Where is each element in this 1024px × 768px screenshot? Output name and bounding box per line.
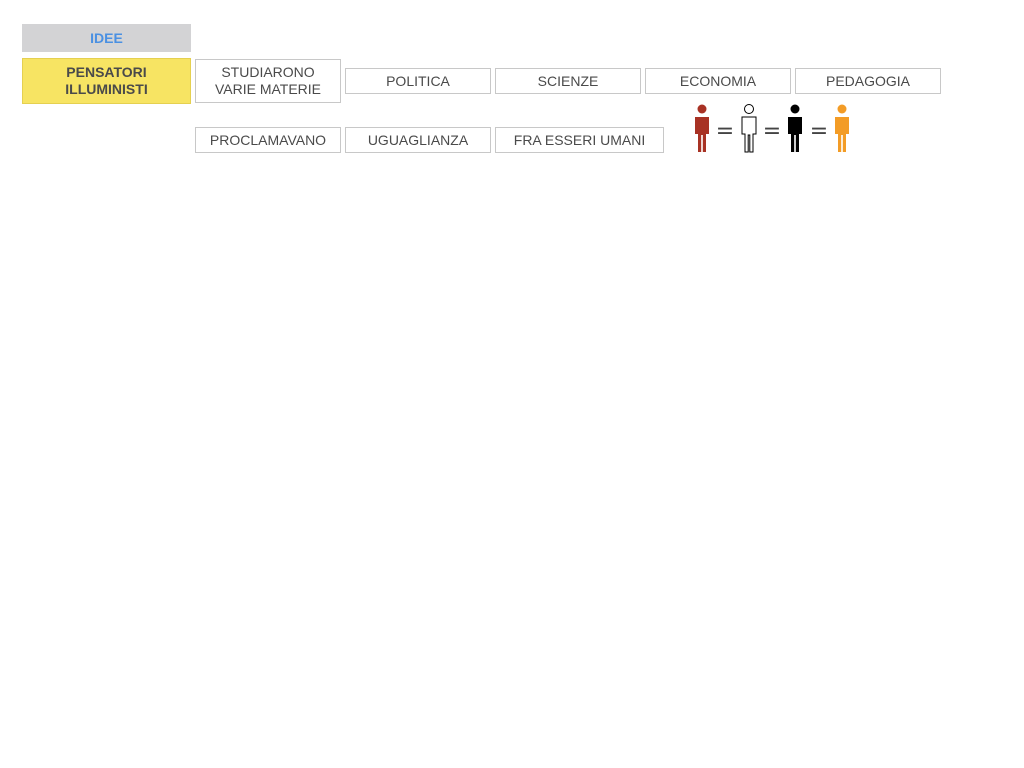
title-label: IDEE <box>90 29 123 46</box>
equality-box: UGUAGLIANZA <box>345 127 491 153</box>
equals-sign: = <box>763 119 781 144</box>
main-concept-box: PENSATORI ILLUMINISTI <box>22 58 191 104</box>
title-box: IDEE <box>22 24 191 52</box>
person-icon <box>741 104 757 153</box>
subject-box-pedagogia: PEDAGOGIA <box>795 68 941 94</box>
person-icon <box>788 104 802 152</box>
subject-box-economia: ECONOMIA <box>645 68 791 94</box>
equality-label: UGUAGLIANZA <box>367 131 469 148</box>
person-icon <box>695 104 709 152</box>
subject-box-scienze: SCIENZE <box>495 68 641 94</box>
equals-sign: = <box>716 119 734 144</box>
equality-figures: = = = <box>695 104 849 153</box>
subject-label: ECONOMIA <box>679 72 757 89</box>
equals-sign: = <box>810 119 828 144</box>
subject-label: POLITICA <box>386 72 450 89</box>
studied-verb-label: STUDIARONO VARIE MATERIE <box>214 64 322 97</box>
subject-box-politica: POLITICA <box>345 68 491 94</box>
studied-verb-box: STUDIARONO VARIE MATERIE <box>195 59 341 103</box>
among-humans-box: FRA ESSERI UMANI <box>495 127 664 153</box>
person-icon <box>835 104 849 152</box>
main-concept-label: PENSATORI ILLUMINISTI <box>65 64 148 97</box>
subject-label: SCIENZE <box>537 72 599 89</box>
among-humans-label: FRA ESSERI UMANI <box>513 131 646 148</box>
proclaimed-verb-box: PROCLAMAVANO <box>195 127 341 153</box>
proclaimed-verb-label: PROCLAMAVANO <box>209 131 327 148</box>
subject-label: PEDAGOGIA <box>825 72 911 89</box>
